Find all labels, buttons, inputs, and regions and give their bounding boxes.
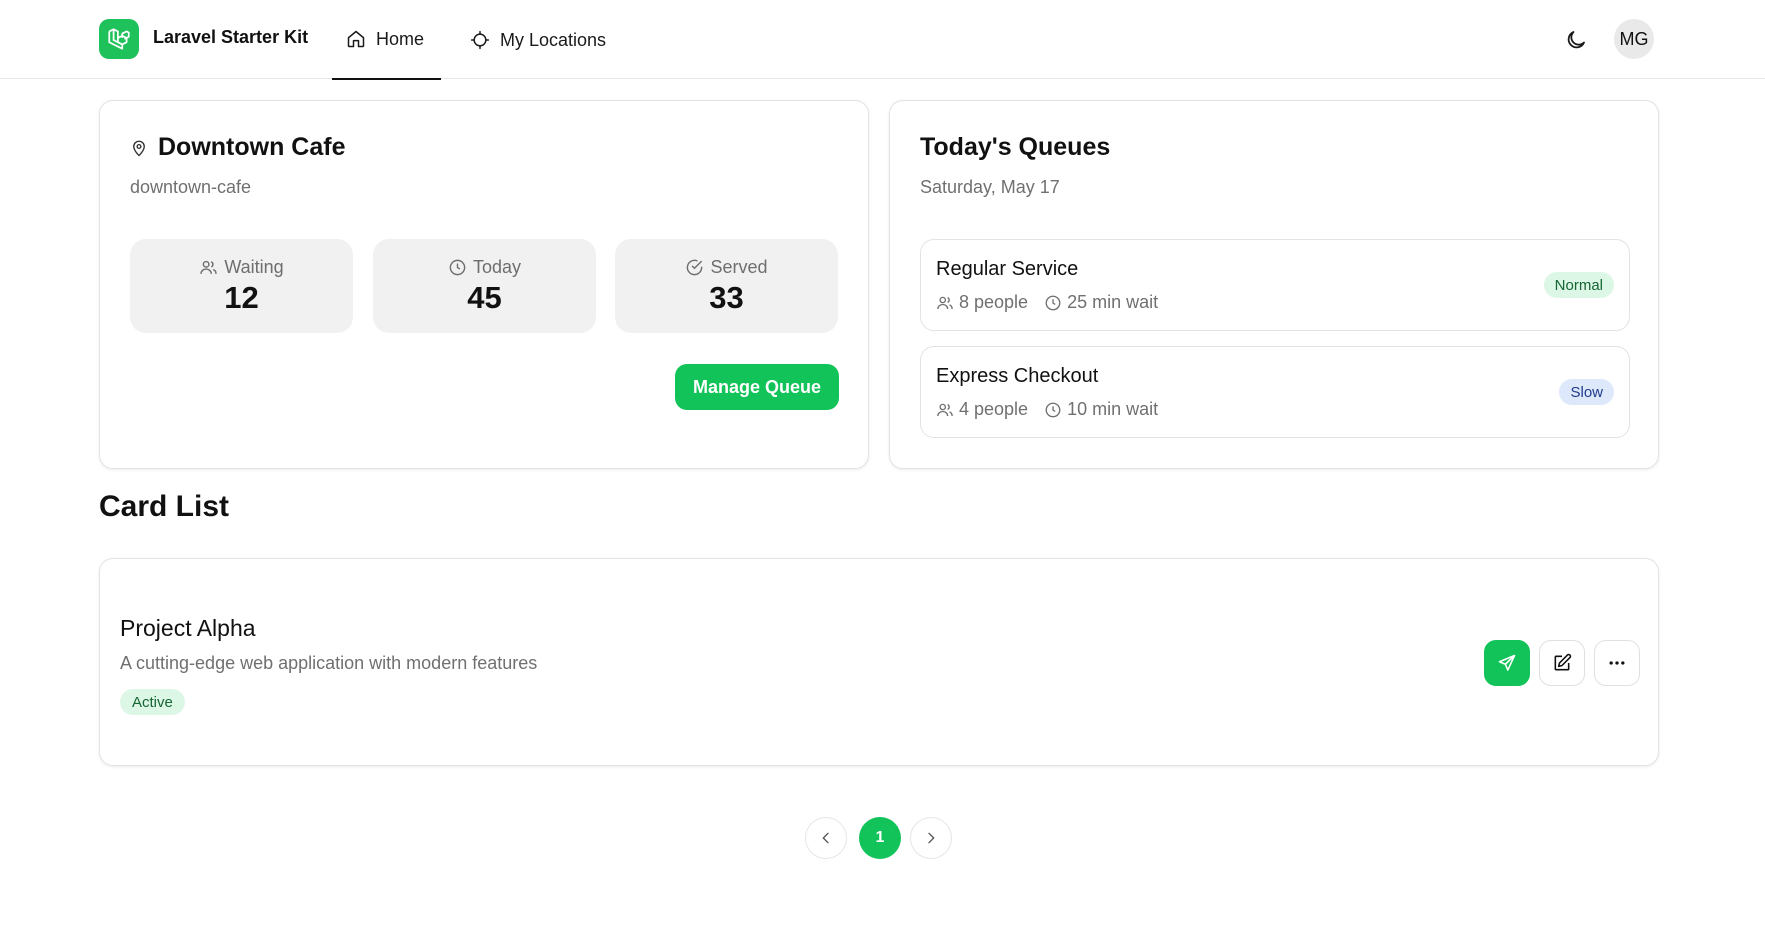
location-slug: downtown-cafe: [130, 177, 252, 197]
theme-toggle-button[interactable]: [1562, 26, 1590, 54]
queue-wait: 10 min wait: [1067, 399, 1159, 419]
nav-item-home[interactable]: Home: [332, 0, 441, 80]
users-icon: [937, 403, 953, 416]
stat-waiting-label: Waiting: [224, 256, 284, 277]
chevron-right-icon: [928, 832, 935, 844]
home-icon: [347, 30, 365, 48]
project-card: Project Alpha A cutting-edge web applica…: [99, 558, 1659, 766]
queue-meta: 8 people 25 min wait: [936, 292, 1158, 313]
clock-icon: [449, 259, 466, 275]
stat-waiting: Waiting 12: [130, 239, 353, 333]
queue-people: 8 people: [959, 292, 1029, 312]
stat-today-label: Today: [472, 256, 522, 277]
pagination-next-button[interactable]: [910, 817, 952, 859]
map-pin-icon: [133, 140, 145, 156]
clock-icon: [1045, 402, 1061, 417]
queue-status-badge: Slow: [1559, 379, 1614, 405]
clock-icon: [1045, 295, 1061, 310]
project-description: A cutting-edge web application with mode…: [120, 653, 538, 673]
queue-item[interactable]: Regular Service 8 people 25 min wait Nor…: [920, 239, 1630, 331]
queue-wait: 25 min wait: [1067, 292, 1159, 312]
location-card: Downtown Cafe downtown-cafe Waiting 12 T…: [99, 100, 869, 469]
edit-icon: [1554, 653, 1572, 671]
stat-today-value: 45: [467, 279, 502, 315]
project-title: Project Alpha: [120, 615, 256, 641]
queue-people: 4 people: [959, 399, 1029, 419]
chevron-left-icon: [822, 832, 829, 844]
user-avatar[interactable]: MG: [1614, 19, 1654, 59]
stat-label: Served: [685, 256, 768, 278]
queue-name: Regular Service: [936, 258, 1079, 280]
queue-name: Express Checkout: [936, 365, 1099, 387]
top-navigation-bar: Laravel Starter Kit Home My Locations MG: [0, 0, 1765, 80]
queue-meta: 4 people 10 min wait: [936, 399, 1158, 420]
nav-label-my-locations: My Locations: [500, 29, 607, 50]
nav-item-my-locations[interactable]: My Locations: [456, 0, 620, 80]
queue-status-badge: Normal: [1543, 272, 1614, 298]
manage-queue-button[interactable]: Manage Queue: [675, 364, 839, 410]
stat-served-label: Served: [710, 256, 768, 277]
send-button[interactable]: [1484, 640, 1530, 686]
stat-waiting-value: 12: [224, 279, 259, 315]
project-status-badge: Active: [120, 689, 185, 715]
stat-today: Today 45: [373, 239, 596, 333]
more-horizontal-icon: [1609, 661, 1625, 665]
stat-served: Served 33: [615, 239, 838, 333]
users-icon: [937, 296, 953, 309]
users-icon: [200, 260, 218, 274]
pagination-previous-button[interactable]: [805, 817, 847, 859]
location-name: Downtown Cafe: [158, 133, 346, 161]
brand-name[interactable]: Laravel Starter Kit: [153, 27, 308, 48]
queues-date: Saturday, May 17: [920, 177, 1060, 197]
card-list-title: Card List: [99, 490, 230, 523]
crosshair-icon: [470, 30, 490, 50]
queues-title: Today's Queues: [920, 133, 1111, 161]
nav-label-home: Home: [376, 28, 425, 49]
moon-icon: [1567, 31, 1585, 49]
location-title: Downtown Cafe: [130, 133, 346, 162]
queue-item[interactable]: Express Checkout 4 people 10 min wait Sl…: [920, 346, 1630, 438]
more-options-button[interactable]: [1594, 640, 1640, 686]
app-logo[interactable]: [99, 19, 139, 59]
stat-served-value: 33: [709, 279, 744, 315]
stat-label: Today: [448, 257, 521, 278]
edit-button[interactable]: [1539, 640, 1585, 686]
stat-label: Waiting: [199, 256, 284, 278]
laravel-logo-icon: [108, 28, 130, 50]
check-circle-icon: [687, 259, 703, 275]
send-icon: [1498, 654, 1516, 671]
pagination-page-current[interactable]: 1: [859, 817, 901, 859]
todays-queues-card: Today's Queues Saturday, May 17 Regular …: [889, 100, 1659, 469]
